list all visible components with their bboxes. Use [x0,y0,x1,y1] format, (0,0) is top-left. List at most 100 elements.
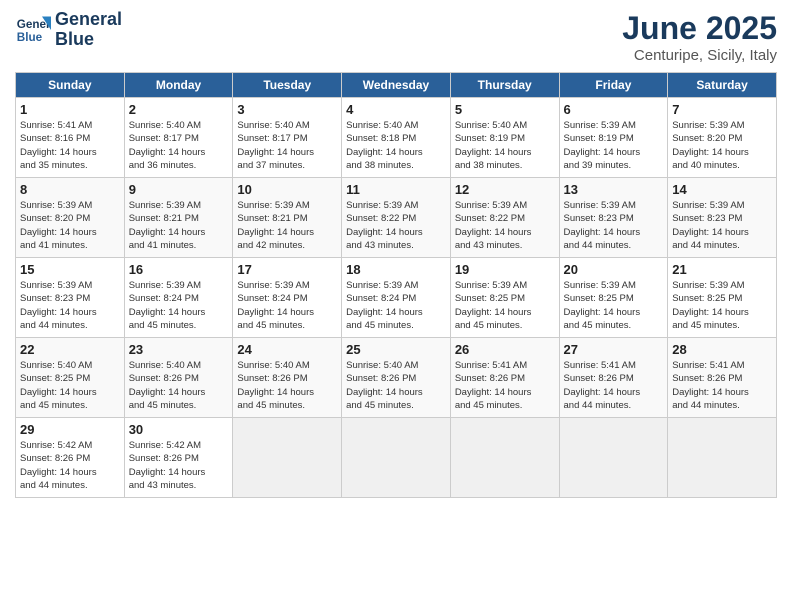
day-number: 1 [20,102,120,117]
day-number: 11 [346,182,446,197]
day-number: 14 [672,182,772,197]
day-info: Sunrise: 5:39 AMSunset: 8:22 PMDaylight:… [455,199,555,252]
col-header-sunday: Sunday [16,73,125,98]
day-info: Sunrise: 5:41 AMSunset: 8:16 PMDaylight:… [20,119,120,172]
day-number: 27 [564,342,664,357]
day-cell: 3Sunrise: 5:40 AMSunset: 8:17 PMDaylight… [233,98,342,178]
calendar-subtitle: Centuripe, Sicily, Italy [622,47,777,64]
day-number: 19 [455,262,555,277]
day-number: 23 [129,342,229,357]
header-row: SundayMondayTuesdayWednesdayThursdayFrid… [16,73,777,98]
day-number: 28 [672,342,772,357]
day-info: Sunrise: 5:39 AMSunset: 8:24 PMDaylight:… [237,279,337,332]
day-number: 10 [237,182,337,197]
day-number: 24 [237,342,337,357]
day-cell [559,418,668,498]
day-info: Sunrise: 5:41 AMSunset: 8:26 PMDaylight:… [564,359,664,412]
calendar-table: SundayMondayTuesdayWednesdayThursdayFrid… [15,72,777,498]
day-number: 2 [129,102,229,117]
day-number: 15 [20,262,120,277]
day-info: Sunrise: 5:39 AMSunset: 8:24 PMDaylight:… [346,279,446,332]
day-info: Sunrise: 5:39 AMSunset: 8:24 PMDaylight:… [129,279,229,332]
day-info: Sunrise: 5:40 AMSunset: 8:26 PMDaylight:… [346,359,446,412]
day-cell: 4 Sunrise: 5:40 AMSunset: 8:18 PMDaylight… [342,98,451,178]
day-info: Sunrise: 5:39 AMSunset: 8:25 PMDaylight:… [672,279,772,332]
col-header-saturday: Saturday [668,73,777,98]
day-number: 9 [129,182,229,197]
day-cell: 10Sunrise: 5:39 AMSunset: 8:21 PMDayligh… [233,178,342,258]
day-info: Sunrise: 5:39 AMSunset: 8:23 PMDaylight:… [20,279,120,332]
logo-icon: General Blue [15,12,51,48]
day-cell: 13Sunrise: 5:39 AMSunset: 8:23 PMDayligh… [559,178,668,258]
day-cell: 17 Sunrise: 5:39 AMSunset: 8:24 PMDayligh… [233,258,342,338]
svg-text:Blue: Blue [17,31,43,44]
col-header-wednesday: Wednesday [342,73,451,98]
day-info: Sunrise: 5:40 AMSunset: 8:17 PMDaylight:… [129,119,229,172]
day-number: 7 [672,102,772,117]
calendar-title: June 2025 [622,10,777,47]
day-info: Sunrise: 5:40 AMSunset: 8:19 PMDaylight:… [455,119,555,172]
day-info: Sunrise: 5:39 AMSunset: 8:20 PMDaylight:… [672,119,772,172]
logo-text: General Blue [55,10,122,50]
day-cell: 16 Sunrise: 5:39 AMSunset: 8:24 PMDayligh… [124,258,233,338]
week-row-3: 15 Sunrise: 5:39 AMSunset: 8:23 PMDayligh… [16,258,777,338]
day-number: 16 [129,262,229,277]
col-header-thursday: Thursday [450,73,559,98]
day-cell [668,418,777,498]
day-info: Sunrise: 5:39 AMSunset: 8:19 PMDaylight:… [564,119,664,172]
day-number: 26 [455,342,555,357]
day-number: 17 [237,262,337,277]
day-info: Sunrise: 5:39 AMSunset: 8:23 PMDaylight:… [672,199,772,252]
day-number: 21 [672,262,772,277]
day-cell: 22Sunrise: 5:40 AMSunset: 8:25 PMDayligh… [16,338,125,418]
day-cell: 2 Sunrise: 5:40 AMSunset: 8:17 PMDaylight… [124,98,233,178]
title-block: June 2025 Centuripe, Sicily, Italy [622,10,777,64]
day-cell: 9 Sunrise: 5:39 AMSunset: 8:21 PMDaylight… [124,178,233,258]
day-cell: 30Sunrise: 5:42 AMSunset: 8:26 PMDayligh… [124,418,233,498]
day-info: Sunrise: 5:42 AMSunset: 8:26 PMDaylight:… [20,439,120,492]
day-cell: 27 Sunrise: 5:41 AMSunset: 8:26 PMDayligh… [559,338,668,418]
day-cell [450,418,559,498]
day-info: Sunrise: 5:39 AMSunset: 8:25 PMDaylight:… [564,279,664,332]
week-row-2: 8Sunrise: 5:39 AMSunset: 8:20 PMDaylight… [16,178,777,258]
day-cell: 11Sunrise: 5:39 AMSunset: 8:22 PMDayligh… [342,178,451,258]
week-row-1: 1 Sunrise: 5:41 AMSunset: 8:16 PMDaylight… [16,98,777,178]
day-number: 5 [455,102,555,117]
day-number: 3 [237,102,337,117]
logo: General Blue General Blue [15,10,122,50]
day-cell: 18 Sunrise: 5:39 AMSunset: 8:24 PMDayligh… [342,258,451,338]
col-header-monday: Monday [124,73,233,98]
day-cell [233,418,342,498]
day-number: 12 [455,182,555,197]
day-cell: 6 Sunrise: 5:39 AMSunset: 8:19 PMDaylight… [559,98,668,178]
calendar-container: General Blue General Blue June 2025 Cent… [0,0,792,508]
day-cell: 25 Sunrise: 5:40 AMSunset: 8:26 PMDayligh… [342,338,451,418]
day-info: Sunrise: 5:41 AMSunset: 8:26 PMDaylight:… [455,359,555,412]
day-info: Sunrise: 5:41 AMSunset: 8:26 PMDaylight:… [672,359,772,412]
day-info: Sunrise: 5:40 AMSunset: 8:26 PMDaylight:… [129,359,229,412]
week-row-5: 29 Sunrise: 5:42 AMSunset: 8:26 PMDayligh… [16,418,777,498]
day-info: Sunrise: 5:42 AMSunset: 8:26 PMDaylight:… [129,439,229,492]
day-cell: 12 Sunrise: 5:39 AMSunset: 8:22 PMDayligh… [450,178,559,258]
day-cell: 15 Sunrise: 5:39 AMSunset: 8:23 PMDayligh… [16,258,125,338]
day-info: Sunrise: 5:39 AMSunset: 8:21 PMDaylight:… [129,199,229,252]
day-number: 4 [346,102,446,117]
day-number: 29 [20,422,120,437]
day-cell: 26 Sunrise: 5:41 AMSunset: 8:26 PMDayligh… [450,338,559,418]
col-header-tuesday: Tuesday [233,73,342,98]
day-cell: 24 Sunrise: 5:40 AMSunset: 8:26 PMDayligh… [233,338,342,418]
day-cell: 20Sunrise: 5:39 AMSunset: 8:25 PMDayligh… [559,258,668,338]
day-info: Sunrise: 5:40 AMSunset: 8:18 PMDaylight:… [346,119,446,172]
day-cell: 28 Sunrise: 5:41 AMSunset: 8:26 PMDayligh… [668,338,777,418]
header: General Blue General Blue June 2025 Cent… [15,10,777,64]
day-cell [342,418,451,498]
day-cell: 29 Sunrise: 5:42 AMSunset: 8:26 PMDayligh… [16,418,125,498]
day-cell: 5 Sunrise: 5:40 AMSunset: 8:19 PMDaylight… [450,98,559,178]
day-number: 18 [346,262,446,277]
day-number: 25 [346,342,446,357]
day-info: Sunrise: 5:40 AMSunset: 8:25 PMDaylight:… [20,359,120,412]
day-number: 6 [564,102,664,117]
day-cell: 14 Sunrise: 5:39 AMSunset: 8:23 PMDayligh… [668,178,777,258]
day-info: Sunrise: 5:40 AMSunset: 8:26 PMDaylight:… [237,359,337,412]
day-cell: 21 Sunrise: 5:39 AMSunset: 8:25 PMDayligh… [668,258,777,338]
